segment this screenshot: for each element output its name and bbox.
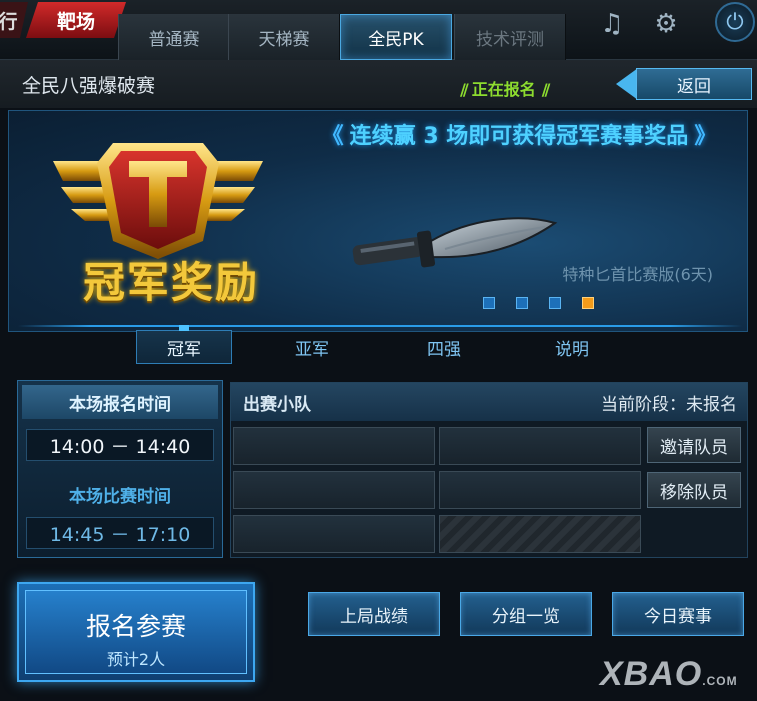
promo-text: 《 连续赢 3 场即可获得冠军赛事奖品 》 (309, 119, 729, 149)
team-header: 出赛小队 当前阶段：未报名 (231, 383, 747, 421)
promo-label: 连续赢 3 场即可获得冠军赛事奖品 (349, 124, 689, 149)
title-row: 全民八强爆破赛 //正在报名// 返回 (0, 60, 757, 108)
knife-icon (352, 217, 558, 268)
top-navigation: 行 靶场 普通赛 天梯赛 全民PK 技术评测 ♫ ⚙ ⏻ (0, 0, 757, 66)
signup-button-inner: 报名参赛 预计2人 (25, 590, 247, 674)
tab-partial-left[interactable]: 行 (0, 2, 28, 38)
music-icon[interactable]: ♫ (594, 6, 630, 42)
team-slot[interactable] (233, 515, 435, 553)
watermark-text: XBAO (600, 655, 703, 693)
tab-national-pk[interactable]: 全民PK (340, 14, 452, 66)
time-panel: 本场报名时间 14:00 － 14:40 本场比赛时间 14:45 － 17:1… (17, 380, 223, 558)
reward-banner: 冠军奖励 《 连续赢 3 场即可获得冠军赛事奖品 》 特种匕首比赛版(6天) (8, 110, 748, 332)
back-arrow-icon (616, 68, 638, 100)
page-dots (483, 297, 594, 309)
page-dot[interactable] (516, 297, 528, 309)
stage-status: 当前阶段：未报名 (601, 394, 737, 415)
signup-time-value: 14:00 － 14:40 (26, 429, 214, 461)
remove-member-button[interactable]: 移除队员 (647, 472, 741, 508)
status-slash-icon: // (460, 80, 469, 99)
status-slash-icon: // (541, 80, 551, 99)
tab-normal-match[interactable]: 普通赛 (118, 14, 230, 60)
tab-top-four[interactable]: 四强 (396, 330, 492, 364)
last-match-record-button[interactable]: 上局战绩 (308, 592, 440, 636)
team-slot[interactable] (233, 427, 435, 465)
prize-tabs: 冠军 亚军 四强 说明 (18, 322, 742, 364)
team-slot[interactable] (439, 471, 641, 509)
back-button[interactable]: 返回 (616, 68, 752, 100)
page-dot[interactable] (483, 297, 495, 309)
team-slot[interactable] (233, 471, 435, 509)
today-events-button[interactable]: 今日赛事 (612, 592, 744, 636)
match-time-heading: 本场比赛时间 (69, 486, 171, 507)
status-text: 正在报名 (471, 80, 536, 99)
page-dot[interactable] (549, 297, 561, 309)
signup-button[interactable]: 报名参赛 预计2人 (17, 582, 255, 682)
tab-range[interactable]: 靶场 (26, 2, 126, 38)
team-slot[interactable] (439, 427, 641, 465)
team-panel: 出赛小队 当前阶段：未报名 邀请队员 移除队员 (230, 382, 748, 558)
bracket-right-icon: 》 (694, 124, 717, 149)
power-icon[interactable]: ⏻ (715, 2, 755, 42)
team-slot-locked (439, 515, 641, 553)
item-caption: 特种匕首比赛版(6天) (562, 265, 713, 284)
tab-runner-up[interactable]: 亚军 (264, 330, 360, 364)
page-title: 全民八强爆破赛 (22, 75, 156, 97)
page-dot-active[interactable] (582, 297, 594, 309)
signup-title: 报名参赛 (85, 612, 186, 641)
champion-emblem-icon (53, 143, 263, 259)
signup-time-heading: 本场报名时间 (22, 385, 218, 419)
watermark-suffix: .COM (702, 674, 738, 688)
gear-icon[interactable]: ⚙ (648, 6, 684, 42)
tab-ladder-match[interactable]: 天梯赛 (228, 14, 340, 60)
tab-skill-test[interactable]: 技术评测 (454, 14, 566, 60)
watermark: XBAO.COM (600, 655, 738, 694)
group-overview-button[interactable]: 分组一览 (460, 592, 592, 636)
back-button-label: 返回 (636, 68, 752, 100)
match-time-value: 14:45 － 17:10 (26, 517, 214, 549)
invite-member-button[interactable]: 邀请队员 (647, 427, 741, 463)
bracket-left-icon: 《 (321, 124, 344, 149)
signup-estimate: 预计2人 (106, 650, 166, 669)
team-title: 出赛小队 (243, 394, 311, 415)
tab-instructions[interactable]: 说明 (524, 330, 620, 364)
tab-divider (18, 325, 742, 327)
status-badge: //正在报名// (460, 76, 551, 100)
tab-champion[interactable]: 冠军 (136, 325, 232, 364)
champion-reward-label: 冠军奖励 (83, 258, 260, 307)
